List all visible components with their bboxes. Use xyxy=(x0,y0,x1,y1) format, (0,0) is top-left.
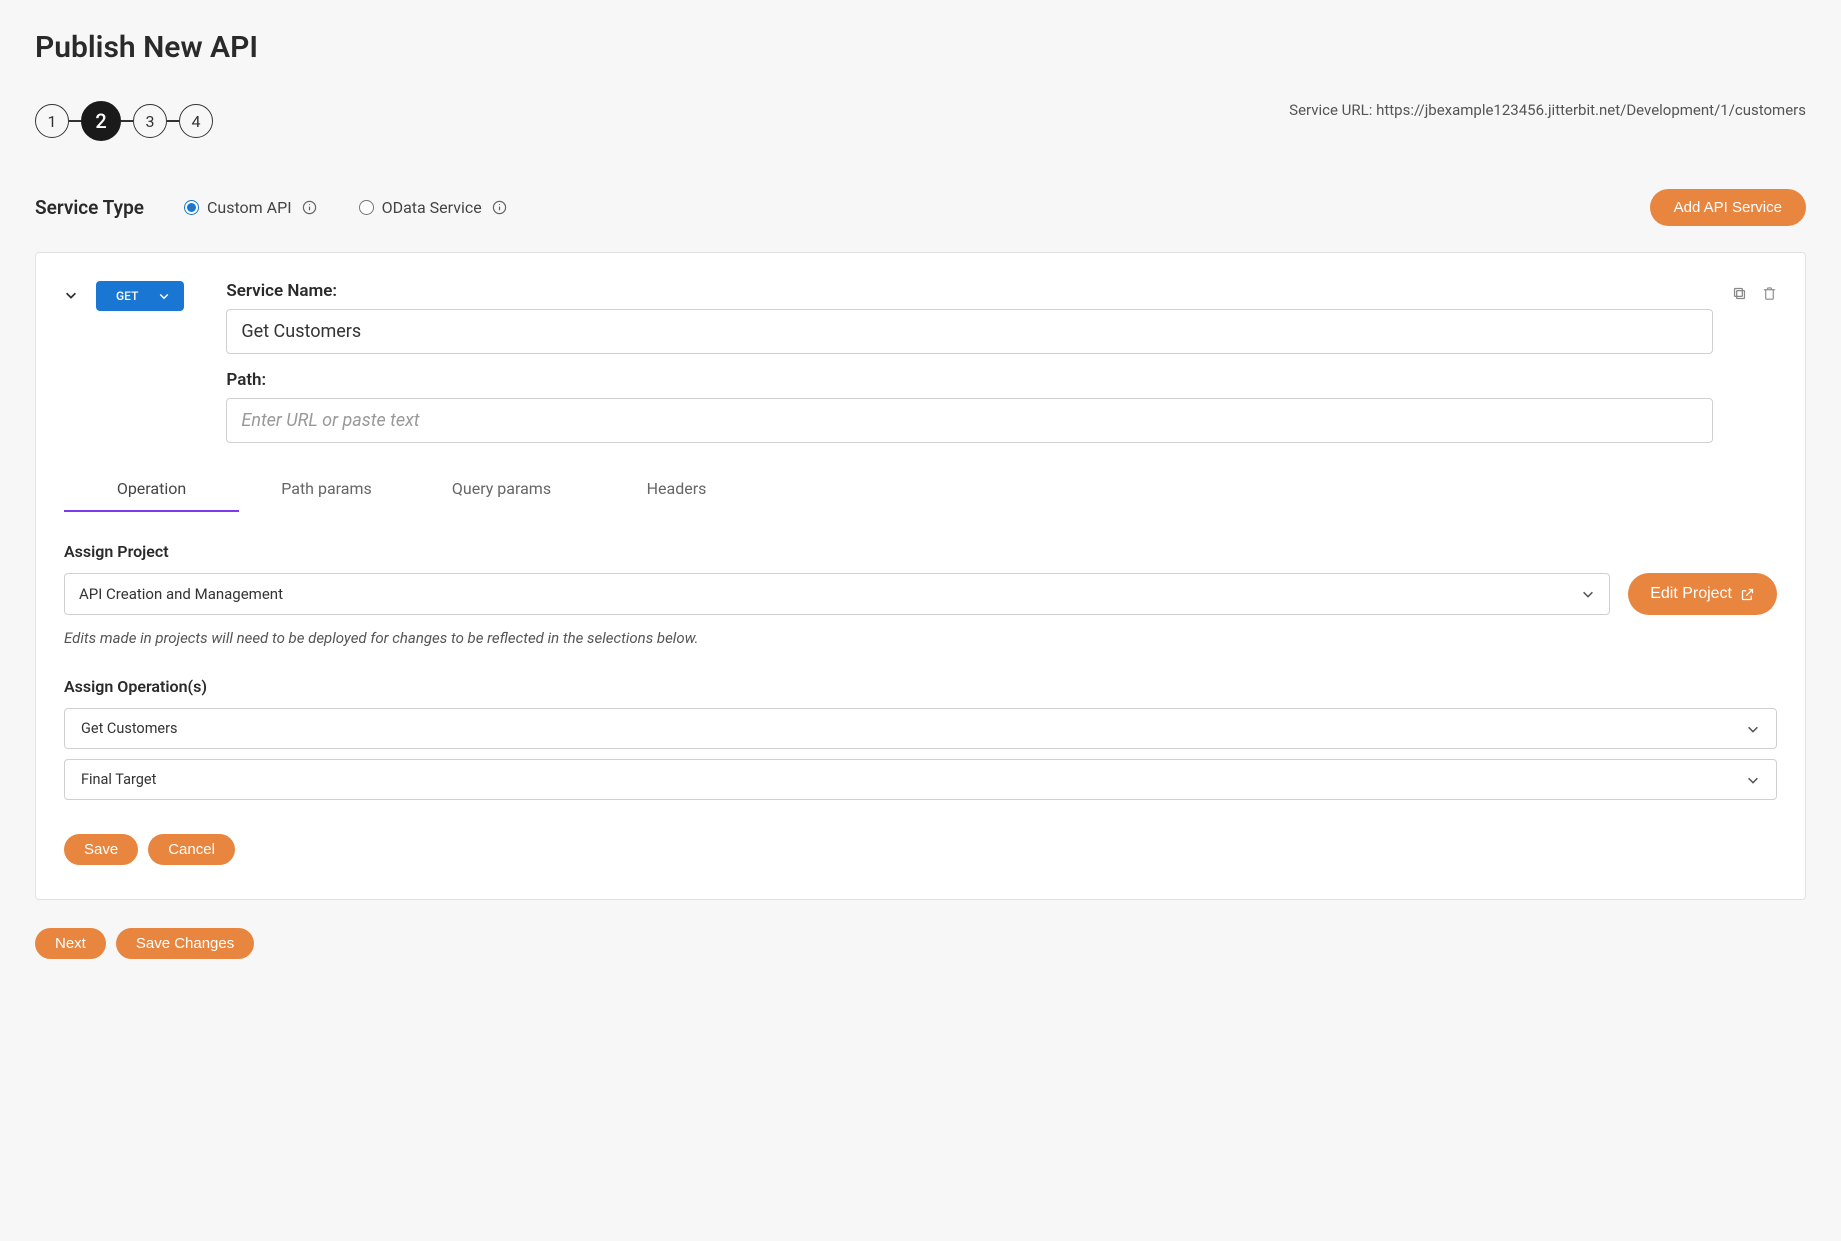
radio-input-custom-api[interactable] xyxy=(184,200,199,215)
copy-icon[interactable] xyxy=(1731,285,1748,302)
radio-label-custom-api: Custom API xyxy=(207,198,292,217)
save-changes-button[interactable]: Save Changes xyxy=(116,928,254,959)
save-button[interactable]: Save xyxy=(64,834,138,865)
tab-headers[interactable]: Headers xyxy=(589,467,764,512)
chevron-down-icon[interactable] xyxy=(64,287,78,306)
project-note: Edits made in projects will need to be d… xyxy=(64,629,1777,647)
step-connector xyxy=(121,120,133,122)
assign-operations-label: Assign Operation(s) xyxy=(64,677,1777,696)
service-url-label: Service URL: xyxy=(1289,101,1376,119)
tab-operation[interactable]: Operation xyxy=(64,467,239,512)
info-icon[interactable] xyxy=(302,200,317,215)
service-type-label: Service Type xyxy=(35,196,144,219)
path-input[interactable] xyxy=(226,398,1713,443)
service-type-radio-group: Custom API OData Service xyxy=(184,198,507,217)
service-url: Service URL: https://jbexample123456.jit… xyxy=(1289,101,1806,119)
method-label: GET xyxy=(116,289,138,303)
step-connector xyxy=(167,120,179,122)
method-badge[interactable]: GET xyxy=(96,281,184,311)
radio-custom-api[interactable]: Custom API xyxy=(184,198,317,217)
step-2[interactable]: 2 xyxy=(81,101,121,141)
edit-project-button[interactable]: Edit Project xyxy=(1628,573,1777,615)
tab-path-params[interactable]: Path params xyxy=(239,467,414,512)
step-3[interactable]: 3 xyxy=(133,104,167,138)
add-api-service-button[interactable]: Add API Service xyxy=(1650,189,1806,226)
service-name-input[interactable] xyxy=(226,309,1713,354)
step-1[interactable]: 1 xyxy=(35,104,69,138)
tabs: Operation Path params Query params Heade… xyxy=(64,467,1777,512)
radio-odata[interactable]: OData Service xyxy=(359,198,507,217)
tab-query-params[interactable]: Query params xyxy=(414,467,589,512)
service-card: GET Service Name: Path: Operation Path p… xyxy=(35,252,1806,900)
trash-icon[interactable] xyxy=(1762,285,1777,302)
project-select-value: API Creation and Management xyxy=(79,585,283,603)
step-4[interactable]: 4 xyxy=(179,104,213,138)
operation-select-1[interactable]: Final Target xyxy=(64,759,1777,800)
edit-project-button-label: Edit Project xyxy=(1650,585,1732,603)
stepper: 1 2 3 4 xyxy=(35,101,213,141)
cancel-button[interactable]: Cancel xyxy=(148,834,235,865)
radio-label-odata: OData Service xyxy=(382,198,482,217)
page-title: Publish New API xyxy=(35,30,1806,65)
step-connector xyxy=(69,120,81,122)
radio-input-odata[interactable] xyxy=(359,200,374,215)
service-url-value: https://jbexample123456.jitterbit.net/De… xyxy=(1376,101,1806,119)
next-button[interactable]: Next xyxy=(35,928,106,959)
assign-project-label: Assign Project xyxy=(64,542,1777,561)
operation-select-value-0: Get Customers xyxy=(81,720,178,737)
operation-select-0[interactable]: Get Customers xyxy=(64,708,1777,749)
path-label: Path: xyxy=(226,370,1713,390)
operation-select-value-1: Final Target xyxy=(81,771,156,788)
service-name-label: Service Name: xyxy=(226,281,1713,301)
info-icon[interactable] xyxy=(492,200,507,215)
project-select[interactable]: API Creation and Management xyxy=(64,573,1610,615)
